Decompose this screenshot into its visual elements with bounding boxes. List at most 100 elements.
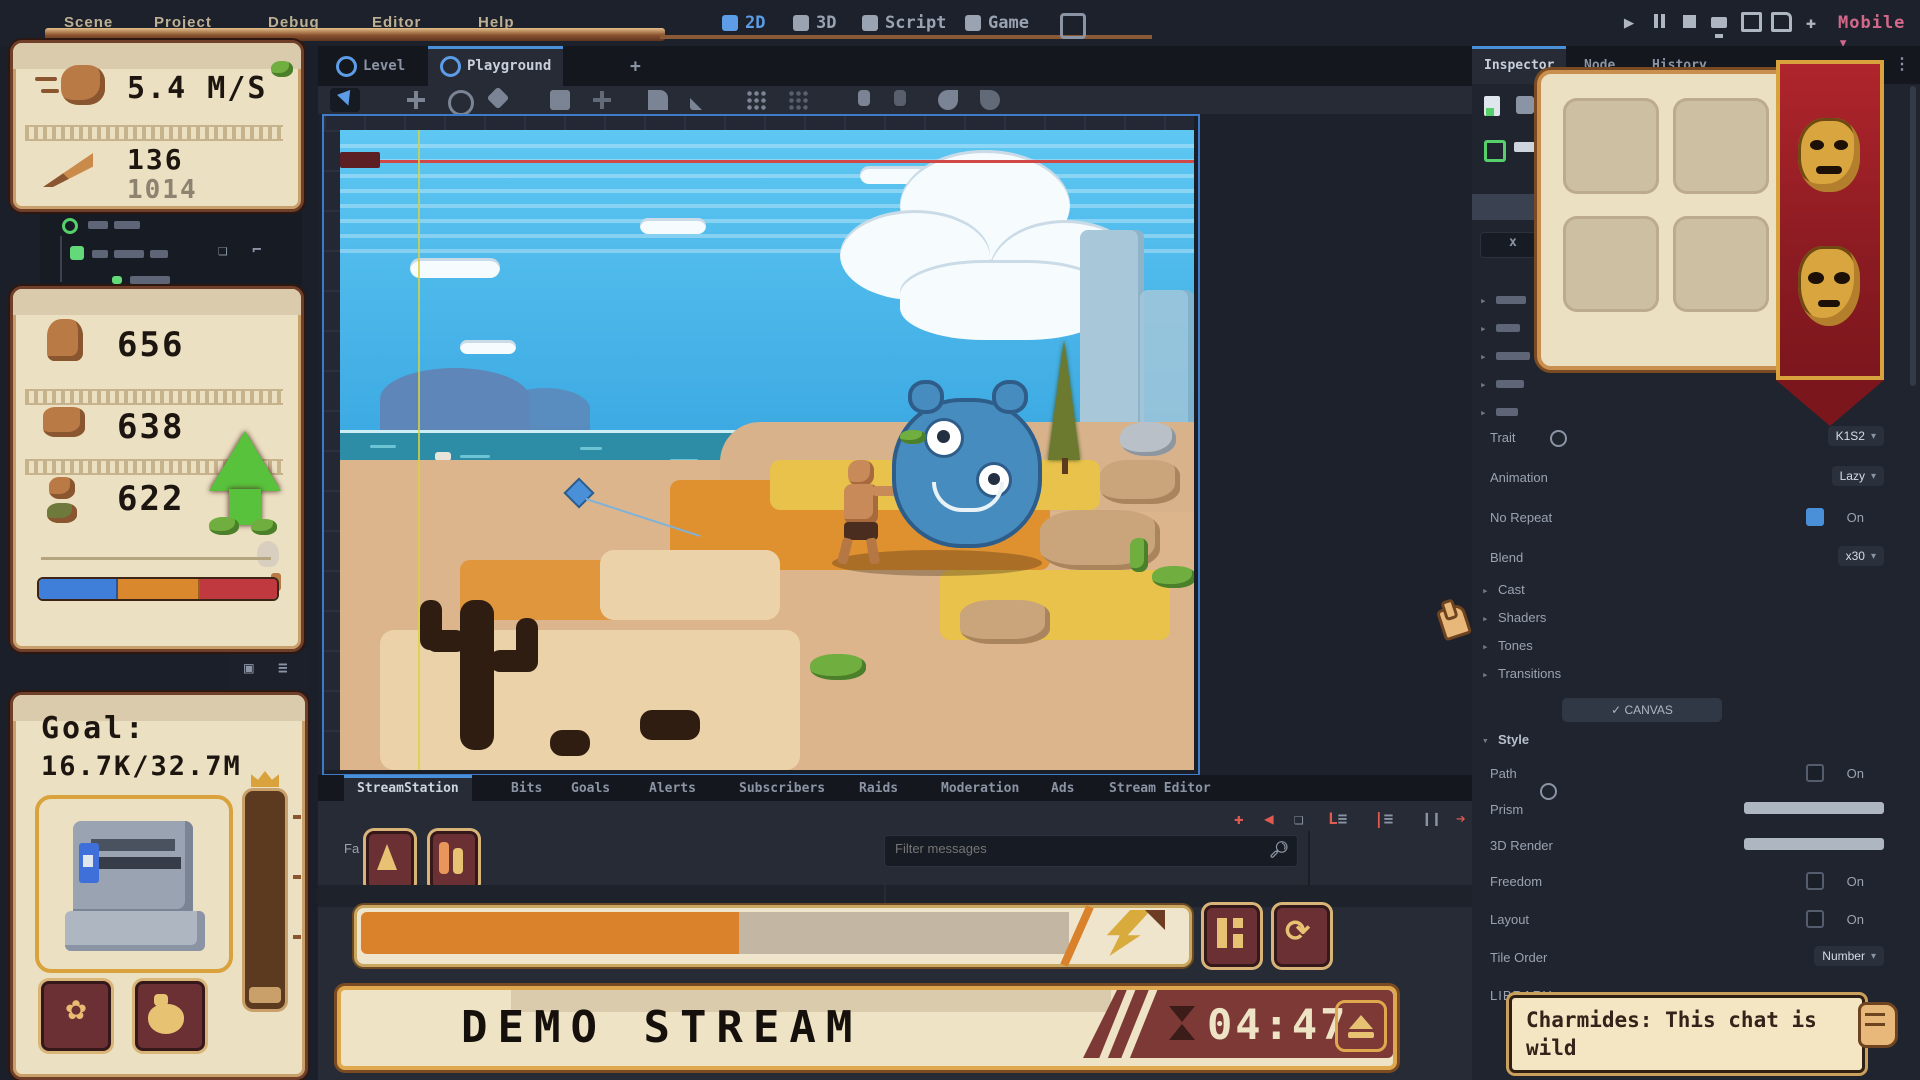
tab-game[interactable]: Game: [965, 10, 1029, 36]
scene-tab-level[interactable]: Level: [324, 46, 417, 86]
group-label[interactable]: Transitions: [1498, 666, 1561, 681]
checkbox-checked[interactable]: [1806, 508, 1824, 526]
bottom-tab[interactable]: Stream Editor: [1096, 775, 1224, 801]
refresh-button[interactable]: ⟳: [1274, 905, 1330, 967]
expander-arrow[interactable]: ▸: [1480, 378, 1487, 391]
group-label[interactable]: Shaders: [1498, 610, 1546, 625]
bottom-tab[interactable]: Moderation: [928, 775, 1032, 801]
prop-value-dropdown[interactable]: K1S2▾: [1828, 426, 1884, 446]
script-attach-icon[interactable]: ❏: [218, 240, 228, 259]
list-end-icon[interactable]: |≡: [1374, 809, 1393, 828]
snap-options-icon[interactable]: [746, 90, 766, 110]
scrollbar[interactable]: [1910, 86, 1916, 386]
color-bar[interactable]: [1744, 838, 1884, 850]
target-icon[interactable]: [1540, 783, 1557, 800]
canvas-section-button[interactable]: ✓ CANVAS: [1562, 698, 1722, 722]
item-slot[interactable]: [1673, 216, 1769, 312]
settings-button[interactable]: ✿: [41, 981, 111, 1051]
group-label[interactable]: Tones: [1498, 638, 1533, 653]
group-icon[interactable]: [938, 90, 958, 110]
unlock-icon[interactable]: [894, 90, 906, 106]
bottom-tab[interactable]: Goals: [558, 775, 623, 801]
bottom-tab-streamstation[interactable]: StreamStation: [344, 775, 472, 801]
expander-arrow[interactable]: ▸: [1482, 584, 1489, 597]
kebab-menu-icon[interactable]: ⋮: [1894, 54, 1910, 73]
clear-filter-x[interactable]: x: [1509, 235, 1517, 250]
tree-item-label[interactable]: [150, 250, 168, 258]
stop-button[interactable]: [1678, 12, 1700, 34]
list-start-icon[interactable]: L≡: [1328, 809, 1347, 828]
scene-tab-playground[interactable]: Playground: [428, 46, 563, 86]
group-label[interactable]: Cast: [1498, 582, 1525, 597]
skeleton-icon[interactable]: [980, 90, 1000, 110]
pivot-tool-icon[interactable]: [592, 90, 612, 110]
mute-speaker-icon[interactable]: ◀: [1264, 809, 1274, 828]
pixel-button-flame[interactable]: [430, 831, 478, 891]
filter-text-field[interactable]: [893, 840, 1257, 857]
item-slot[interactable]: [1563, 98, 1659, 194]
tree-item-label[interactable]: [114, 250, 144, 258]
export-icon[interactable]: [1060, 13, 1086, 39]
bottom-tab[interactable]: Subscribers: [726, 775, 838, 801]
bottom-tab[interactable]: Alerts: [636, 775, 709, 801]
expander-arrow[interactable]: ▸: [1480, 294, 1487, 307]
tab-3d[interactable]: 3D: [793, 10, 836, 36]
bottom-tab[interactable]: Ads: [1038, 775, 1087, 801]
copy-icon[interactable]: ❏: [1294, 809, 1304, 828]
tab-script[interactable]: Script: [862, 10, 946, 36]
tab-2d[interactable]: 2D: [722, 10, 765, 36]
expander-arrow[interactable]: ▸: [1482, 668, 1489, 681]
expander-arrow[interactable]: ▸: [1480, 406, 1487, 419]
expander-arrow[interactable]: ▸: [1482, 640, 1489, 653]
visibility-icon[interactable]: ⌐: [252, 240, 262, 259]
pixel-button-cursor[interactable]: [366, 831, 414, 891]
ruler-tool-icon[interactable]: [648, 90, 668, 110]
checkbox[interactable]: [1806, 910, 1824, 928]
measure-icon[interactable]: [690, 90, 710, 110]
scale-tool-icon[interactable]: [487, 87, 510, 110]
filter-properties-input[interactable]: x: [1480, 232, 1538, 258]
prop-value-dropdown[interactable]: x30▾: [1838, 546, 1884, 566]
pause-small-icon[interactable]: ❙❙: [1422, 809, 1441, 828]
layout-button[interactable]: [1204, 905, 1260, 967]
color-bar[interactable]: [1744, 802, 1884, 814]
money-bag-button[interactable]: [135, 981, 205, 1051]
item-slot[interactable]: [1673, 98, 1769, 194]
forward-icon[interactable]: ➔: [1456, 809, 1466, 828]
message-filter-input[interactable]: 🔎︎: [884, 835, 1298, 867]
record-icon[interactable]: ✚: [1234, 809, 1244, 828]
movie-maker-icon[interactable]: ✚: [1800, 12, 1822, 34]
bottom-tab[interactable]: Bits: [498, 775, 555, 801]
item-slot[interactable]: [1563, 216, 1659, 312]
2d-viewport[interactable]: [322, 114, 1200, 776]
folder-icon[interactable]: [1516, 96, 1534, 114]
list-view-icon[interactable]: ≡: [278, 658, 288, 677]
checkbox[interactable]: [1806, 872, 1824, 890]
rotate-tool-icon[interactable]: [448, 90, 474, 116]
run-scene-icon[interactable]: [1740, 12, 1762, 34]
bottom-tab[interactable]: Raids: [846, 775, 911, 801]
expander-arrow[interactable]: ▸: [1482, 612, 1489, 625]
select-tool-button[interactable]: [330, 88, 360, 112]
move-tool-icon[interactable]: [406, 90, 426, 110]
tree-item-label[interactable]: [114, 221, 140, 229]
lock-icon[interactable]: [858, 90, 870, 106]
play-button[interactable]: ▶: [1618, 12, 1640, 34]
tree-item-label[interactable]: [92, 250, 108, 258]
target-icon[interactable]: [1550, 430, 1567, 447]
remote-debug-icon[interactable]: [1708, 12, 1730, 34]
prop-value-dropdown[interactable]: Lazy▾: [1832, 466, 1884, 486]
pause-button[interactable]: [1648, 12, 1670, 34]
expander-arrow-open[interactable]: ▾: [1482, 734, 1489, 747]
run-custom-scene-icon[interactable]: [1770, 12, 1792, 34]
grid-snap-icon[interactable]: [788, 90, 808, 110]
grid-view-icon[interactable]: ▣: [244, 658, 254, 677]
list-select-icon[interactable]: [550, 90, 570, 110]
checkbox[interactable]: [1806, 764, 1824, 782]
prop-value-dropdown[interactable]: Number▾: [1814, 946, 1884, 966]
section-label[interactable]: Style: [1498, 732, 1529, 747]
expander-arrow[interactable]: ▸: [1480, 322, 1487, 335]
new-scene-tab-button[interactable]: +: [618, 46, 653, 86]
tree-item-label[interactable]: [130, 276, 170, 284]
expander-arrow[interactable]: ▸: [1480, 350, 1487, 363]
